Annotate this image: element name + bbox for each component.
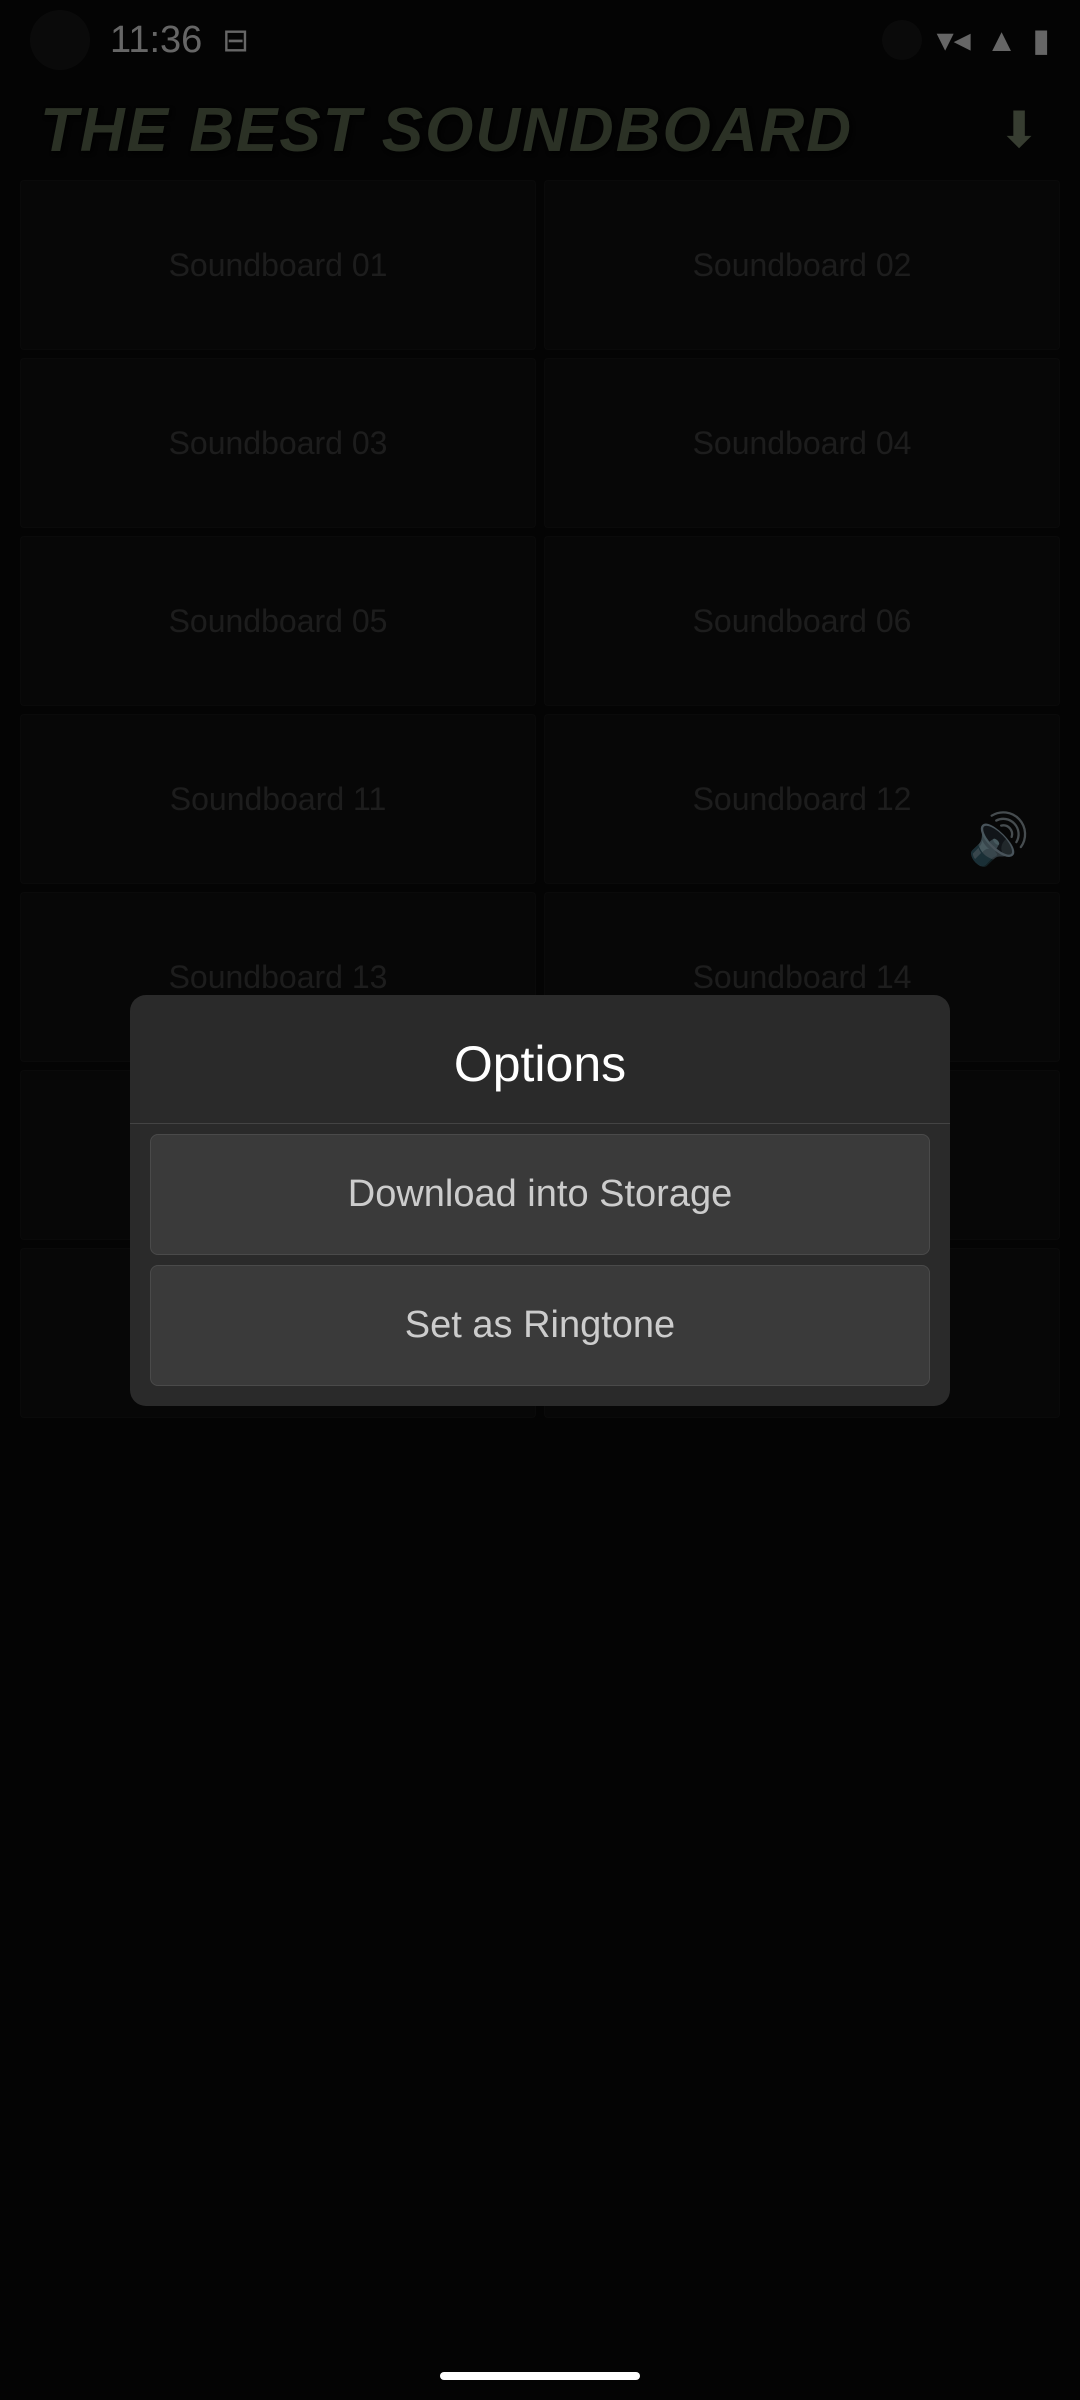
modal-overlay[interactable]: Options Download into Storage Set as Rin…	[0, 0, 1080, 2400]
modal-title: Options	[454, 1036, 626, 1092]
modal-options: Download into Storage Set as Ringtone	[130, 1124, 950, 1406]
bottom-nav-indicator	[440, 2372, 640, 2380]
options-modal: Options Download into Storage Set as Rin…	[130, 995, 950, 1406]
download-storage-button[interactable]: Download into Storage	[150, 1134, 930, 1255]
modal-title-area: Options	[130, 995, 950, 1124]
set-ringtone-button[interactable]: Set as Ringtone	[150, 1265, 930, 1386]
